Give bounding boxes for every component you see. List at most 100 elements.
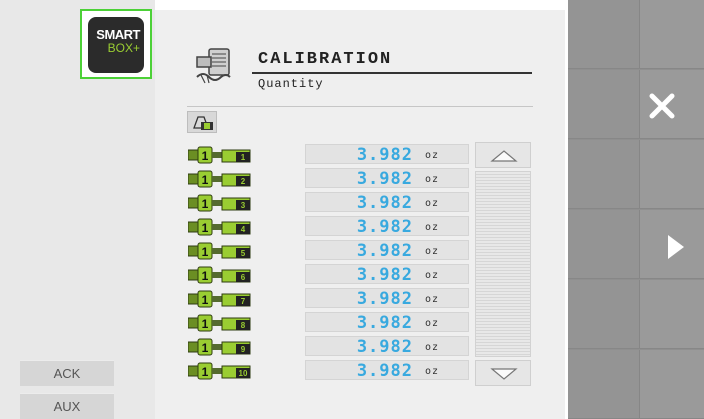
nozzle-valve-icon: 12 xyxy=(188,170,251,188)
quantity-value-field[interactable]: 3.982 oz xyxy=(305,288,469,308)
quantity-unit: oz xyxy=(425,150,440,161)
svg-text:1: 1 xyxy=(202,293,209,307)
svg-text:1: 1 xyxy=(202,317,209,331)
section-column-button[interactable] xyxy=(187,111,217,133)
nozzle-valve-icon: 13 xyxy=(188,194,251,212)
section-row: 1 9 3.982 oz xyxy=(188,336,469,358)
section-number: 8 xyxy=(241,321,246,330)
calibration-panel: CALIBRATION Quantity 1 1 3.982 oz 1 2 3.982 oz 1… xyxy=(155,10,565,419)
quantity-value: 3.982 xyxy=(356,169,413,189)
quantity-value: 3.982 xyxy=(356,361,413,381)
quantity-value-field[interactable]: 3.982 oz xyxy=(305,360,469,380)
section-row: 1 10 3.982 oz xyxy=(188,360,469,382)
svg-text:1: 1 xyxy=(202,197,209,211)
svg-text:1: 1 xyxy=(202,173,209,187)
softkey-panel xyxy=(568,0,704,419)
quantity-unit: oz xyxy=(425,198,440,209)
ack-button[interactable]: ACK xyxy=(20,360,114,386)
section-row: 1 2 3.982 oz xyxy=(188,168,469,190)
nozzle-valve-icon: 11 xyxy=(188,146,251,164)
section-number: 9 xyxy=(241,345,246,354)
smartbox-logo-frame[interactable]: SMART BOX+ xyxy=(80,9,152,79)
section-row: 1 4 3.982 oz xyxy=(188,216,469,238)
section-row: 1 8 3.982 oz xyxy=(188,312,469,334)
aux-button[interactable]: AUX xyxy=(20,393,114,419)
nozzle-valve-icon: 15 xyxy=(188,242,251,260)
quantity-value: 3.982 xyxy=(356,265,413,285)
quantity-value-field[interactable]: 3.982 oz xyxy=(305,168,469,188)
quantity-value: 3.982 xyxy=(356,241,413,261)
section-list: 1 1 3.982 oz 1 2 3.982 oz 1 3 3.982 oz 1 4 3.982 oz 1 5 3.… xyxy=(188,144,469,384)
quantity-unit: oz xyxy=(425,366,440,377)
page-title: CALIBRATION xyxy=(258,50,393,69)
quantity-unit: oz xyxy=(425,270,440,281)
quantity-value: 3.982 xyxy=(356,289,413,309)
quantity-value-field[interactable]: 3.982 oz xyxy=(305,144,469,164)
svg-text:1: 1 xyxy=(202,365,209,379)
logo-text-smart: SMART xyxy=(96,27,140,42)
arrow-up-icon xyxy=(490,150,518,162)
quantity-unit: oz xyxy=(425,246,440,257)
sprayer-section-icon xyxy=(193,116,213,130)
nozzle-valve-icon: 14 xyxy=(188,218,251,236)
nozzle-valve-icon: 19 xyxy=(188,338,251,356)
quantity-value: 3.982 xyxy=(356,217,413,237)
arrow-down-icon xyxy=(490,368,518,380)
scroll-track[interactable] xyxy=(475,171,531,357)
nozzle-valve-icon: 16 xyxy=(188,266,251,284)
quantity-value-field[interactable]: 3.982 oz xyxy=(305,216,469,236)
section-row: 1 6 3.982 oz xyxy=(188,264,469,286)
scrollbar[interactable] xyxy=(475,142,531,386)
close-icon xyxy=(649,93,675,119)
quantity-unit: oz xyxy=(425,294,440,305)
svg-text:1: 1 xyxy=(202,221,209,235)
section-number: 6 xyxy=(241,273,246,282)
quantity-value-field[interactable]: 3.982 oz xyxy=(305,336,469,356)
play-icon xyxy=(668,235,684,259)
quantity-value: 3.982 xyxy=(356,193,413,213)
svg-text:1: 1 xyxy=(202,341,209,355)
svg-text:1: 1 xyxy=(202,245,209,259)
quantity-value: 3.982 xyxy=(356,145,413,165)
quantity-unit: oz xyxy=(425,318,440,329)
scroll-up-button[interactable] xyxy=(475,142,531,168)
section-number: 5 xyxy=(241,249,246,258)
title-underline xyxy=(252,72,532,74)
section-row: 1 7 3.982 oz xyxy=(188,288,469,310)
quantity-value-field[interactable]: 3.982 oz xyxy=(305,312,469,332)
quantity-unit: oz xyxy=(425,174,440,185)
logo-text-box: BOX+ xyxy=(107,41,140,55)
section-number: 2 xyxy=(241,177,246,186)
quantity-unit: oz xyxy=(425,342,440,353)
section-number: 10 xyxy=(239,369,248,378)
section-row: 1 3 3.982 oz xyxy=(188,192,469,214)
softkey-6[interactable] xyxy=(568,350,704,419)
calibration-device-icon xyxy=(196,48,231,84)
section-number: 4 xyxy=(241,225,246,234)
quantity-value-field[interactable]: 3.982 oz xyxy=(305,264,469,284)
svg-text:1: 1 xyxy=(202,149,209,163)
quantity-value: 3.982 xyxy=(356,337,413,357)
smartbox-logo: SMART BOX+ xyxy=(88,17,144,73)
softkey-next[interactable] xyxy=(568,210,704,279)
quantity-value: 3.982 xyxy=(356,313,413,333)
nozzle-valve-icon: 17 xyxy=(188,290,251,308)
softkey-3[interactable] xyxy=(568,140,704,209)
softkey-5[interactable] xyxy=(568,280,704,349)
scroll-down-button[interactable] xyxy=(475,360,531,386)
section-number: 1 xyxy=(241,153,246,162)
quantity-value-field[interactable]: 3.982 oz xyxy=(305,192,469,212)
left-panel: SMART BOX+ ACK AUX xyxy=(0,0,155,419)
svg-text:1: 1 xyxy=(202,269,209,283)
section-row: 1 1 3.982 oz xyxy=(188,144,469,166)
quantity-unit: oz xyxy=(425,222,440,233)
softkey-close[interactable] xyxy=(568,70,704,139)
section-number: 3 xyxy=(241,201,246,210)
softkey-1[interactable] xyxy=(568,0,704,69)
page-subtitle: Quantity xyxy=(258,77,324,91)
nozzle-valve-icon: 18 xyxy=(188,314,251,332)
nozzle-valve-icon: 1 10 xyxy=(188,362,251,380)
section-number: 7 xyxy=(241,297,246,306)
section-row: 1 5 3.982 oz xyxy=(188,240,469,262)
quantity-value-field[interactable]: 3.982 oz xyxy=(305,240,469,260)
